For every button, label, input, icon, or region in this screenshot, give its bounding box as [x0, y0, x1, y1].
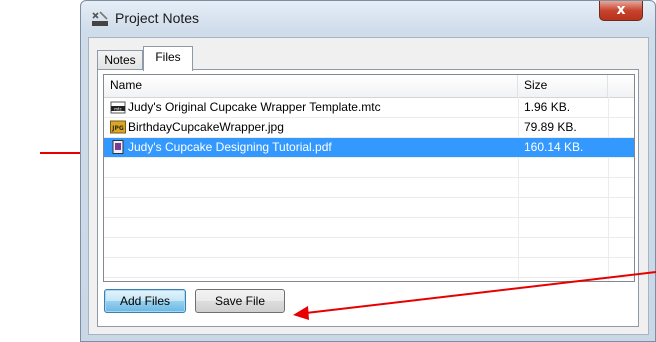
file-size: 1.96 KB. [524, 100, 571, 114]
file-row-selected[interactable]: Judy's Cupcake Designing Tutorial.pdf 16… [104, 138, 634, 158]
empty-row [104, 198, 634, 218]
file-name: Judy's Cupcake Designing Tutorial.pdf [128, 140, 332, 154]
empty-row [104, 218, 634, 238]
jpg-file-icon: JPG [110, 120, 126, 134]
svg-text:JPG: JPG [111, 125, 124, 132]
empty-row [104, 258, 634, 278]
tab-files[interactable]: Files [143, 46, 193, 71]
empty-row [104, 178, 634, 198]
file-name-cell: JPG BirthdayCupcakeWrapper.jpg [110, 118, 516, 137]
files-tab-panel: Name Size mtc Judy's Original Cupcake Wr [97, 69, 639, 327]
column-header-filler [608, 75, 634, 97]
window-title: Project Notes [115, 10, 200, 26]
file-name-cell: mtc Judy's Original Cupcake Wrapper Temp… [110, 98, 516, 117]
file-size: 160.14 KB. [524, 140, 584, 154]
column-header-name[interactable]: Name [104, 75, 518, 97]
svg-text:mtc: mtc [114, 106, 122, 111]
close-button[interactable]: x [599, 1, 643, 21]
list-header: Name Size [104, 75, 634, 98]
file-name: BirthdayCupcakeWrapper.jpg [128, 120, 284, 134]
project-notes-window: Project Notes x Notes Files Name Size mt… [80, 0, 656, 342]
dialog-client-area: Notes Files Name Size mtc Judy's Origina… [88, 37, 649, 335]
tab-notes[interactable]: Notes [97, 50, 143, 70]
column-header-size[interactable]: Size [518, 75, 608, 97]
pdf-file-icon [112, 139, 124, 154]
file-name-cell: Judy's Cupcake Designing Tutorial.pdf [110, 138, 516, 157]
add-files-button[interactable]: Add Files [104, 289, 186, 313]
file-rows: mtc Judy's Original Cupcake Wrapper Temp… [104, 98, 634, 278]
file-row[interactable]: JPG BirthdayCupcakeWrapper.jpg 79.89 KB. [104, 118, 634, 138]
file-size: 79.89 KB. [524, 120, 577, 134]
save-file-button[interactable]: Save File [195, 289, 285, 313]
empty-row [104, 238, 634, 258]
empty-row [104, 158, 634, 178]
mtc-file-icon: mtc [110, 101, 126, 114]
file-name: Judy's Original Cupcake Wrapper Template… [128, 100, 381, 114]
file-list[interactable]: Name Size mtc Judy's Original Cupcake Wr [103, 74, 635, 282]
app-icon [92, 11, 108, 26]
file-row[interactable]: mtc Judy's Original Cupcake Wrapper Temp… [104, 98, 634, 118]
title-bar: Project Notes x [81, 1, 655, 35]
